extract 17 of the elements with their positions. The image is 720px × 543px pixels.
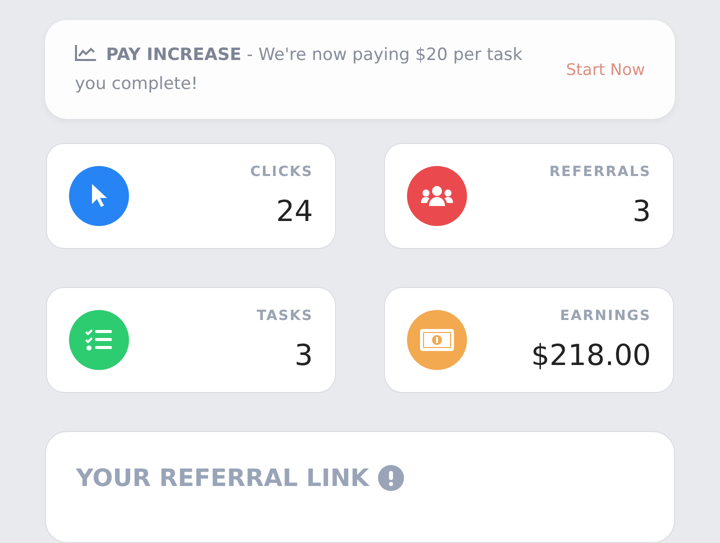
stat-label: EARNINGS: [560, 308, 651, 324]
referral-title: YOUR REFERRAL LINK: [76, 464, 370, 492]
stat-value: 3: [294, 338, 313, 372]
stat-label: TASKS: [256, 308, 313, 324]
stat-value: 3: [632, 194, 651, 228]
announcement-text: PAY INCREASE - We're now paying $20 per task you complete!: [75, 44, 524, 96]
users-icon: [420, 185, 454, 208]
cursor-icon: [90, 183, 108, 210]
stat-value: $218.00: [531, 338, 651, 372]
info-icon[interactable]: [378, 465, 404, 492]
stat-value: 24: [276, 194, 313, 228]
checklist-icon: [85, 328, 113, 352]
stat-label: REFERRALS: [549, 164, 651, 180]
banknote-icon: [420, 329, 454, 352]
stat-label: CLICKS: [250, 164, 313, 180]
chart-line-icon: [75, 44, 96, 61]
start-now-link[interactable]: Start Now: [566, 60, 645, 80]
